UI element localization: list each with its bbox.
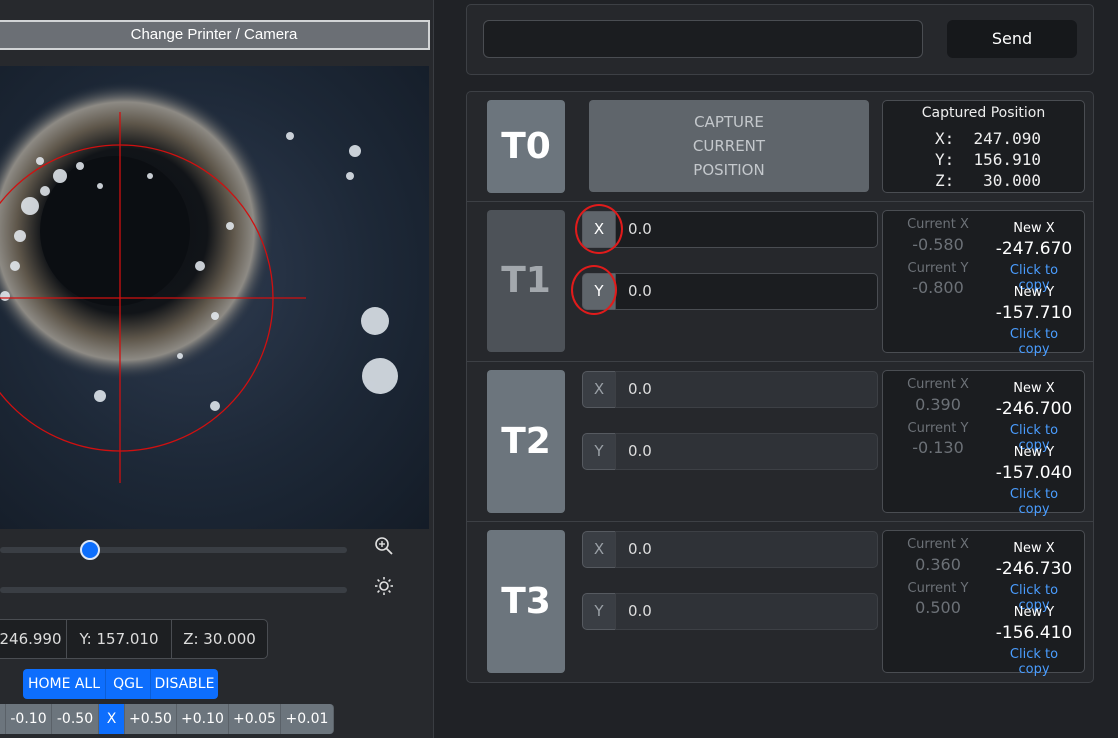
t3-current-y-value: 0.500 (915, 598, 961, 617)
t2-new-y-value: -157.040 (995, 463, 1073, 483)
t1-current-x-value: -0.580 (912, 235, 964, 254)
t1-result-box: Current X -0.580 Current Y -0.800 New X … (882, 210, 1085, 357)
captured-z-label: Z: (935, 171, 955, 190)
t2-y-button[interactable]: Y (582, 433, 616, 470)
jog-plus-0-01-button[interactable]: +0.01 (281, 704, 334, 734)
captured-y: Y: 156.910 (883, 150, 1084, 169)
zoom-in-icon (374, 536, 394, 556)
row-divider (467, 521, 1093, 522)
t3-result-box: Current X 0.360 Current Y 0.500 New X -2… (882, 530, 1085, 677)
annotation-circle (575, 204, 623, 254)
t1-x-offset-input[interactable]: 0.0 (615, 211, 878, 248)
qgl-button[interactable]: QGL (105, 669, 150, 699)
captured-z-value: 30.000 (983, 171, 1041, 190)
tool-badge-t0: T0 (487, 100, 565, 193)
sun-icon (374, 576, 394, 596)
change-printer-camera-button[interactable]: Change Printer / Camera (0, 20, 430, 50)
t2-result-box: Current X 0.390 Current Y -0.130 New X -… (882, 370, 1085, 517)
tool-badge-t3: T3 (487, 530, 565, 673)
capture-label-line: CAPTURE (694, 113, 764, 131)
jog-plus-0-50-button[interactable]: +0.50 (125, 704, 177, 734)
t2-y-offset-input[interactable]: 0.0 (615, 433, 878, 470)
capture-current-position-button[interactable]: CAPTURE CURRENT POSITION (589, 100, 869, 192)
captured-position-title: Captured Position (921, 105, 1046, 121)
t3-x-offset-input[interactable]: 0.0 (615, 531, 878, 568)
tool-badge-t2: T2 (487, 370, 565, 513)
row-divider (467, 361, 1093, 362)
t3-y-offset-input[interactable]: 0.0 (615, 593, 878, 630)
t3-y-button[interactable]: Y (582, 593, 616, 630)
t3-new-x-label: New X (1013, 541, 1055, 556)
captured-z: Z: 30.000 (883, 171, 1084, 190)
t2-current-y-value: -0.130 (912, 438, 964, 457)
t2-current-x-label: Current X (907, 377, 969, 392)
t1-current-y-value: -0.800 (912, 278, 964, 297)
captured-x: X: 247.090 (883, 129, 1084, 148)
t1-y-offset-input[interactable]: 0.0 (615, 273, 878, 310)
t2-new-x-value: -246.700 (995, 399, 1073, 419)
camera-feed (0, 66, 429, 529)
home-all-button[interactable]: HOME ALL (23, 669, 105, 699)
t2-current-x-value: 0.390 (915, 395, 961, 414)
t2-new-x-label: New X (1013, 381, 1055, 396)
t2-new-y-label: New Y (1013, 445, 1055, 460)
jog-axis-x-button[interactable]: X (99, 704, 125, 734)
row-divider (467, 201, 1093, 202)
t2-copy-y-link[interactable]: Click to copy (993, 487, 1075, 517)
t1-new-x-value: -247.670 (995, 239, 1073, 259)
t1-current-x-label: Current X (907, 217, 969, 232)
t3-new-x-value: -246.730 (995, 559, 1073, 579)
position-x-readout: 246.990 (0, 619, 67, 659)
position-z-readout: Z: 30.000 (171, 619, 268, 659)
t3-current-x-value: 0.360 (915, 555, 961, 574)
t3-new-y-label: New Y (1013, 605, 1055, 620)
disable-button[interactable]: DISABLE (150, 669, 218, 699)
t2-x-button[interactable]: X (582, 371, 616, 408)
t1-current-y-label: Current Y (907, 261, 969, 276)
t3-current-x-label: Current X (907, 537, 969, 552)
brightness-slider-track[interactable] (0, 587, 347, 593)
captured-y-value: 156.910 (973, 150, 1041, 169)
jog-plus-0-10-button[interactable]: +0.10 (177, 704, 229, 734)
t1-new-y-value: -157.710 (995, 303, 1073, 323)
captured-x-label: X: (935, 129, 955, 148)
t1-new-y-label: New Y (1013, 285, 1055, 300)
tool-badge-t1: T1 (487, 210, 565, 352)
send-button[interactable]: Send (947, 20, 1077, 58)
t1-copy-y-link[interactable]: Click to copy (993, 327, 1075, 357)
captured-position-box: Captured Position X: 247.090 Y: 156.910 … (882, 100, 1085, 193)
jog-minus-0-50-button[interactable]: -0.50 (52, 704, 99, 734)
jog-minus-0-10-button[interactable]: -0.10 (6, 704, 52, 734)
jog-plus-0-05-button[interactable]: +0.05 (229, 704, 281, 734)
t1-new-x-label: New X (1013, 221, 1055, 236)
t2-x-offset-input[interactable]: 0.0 (615, 371, 878, 408)
t3-copy-y-link[interactable]: Click to copy (993, 647, 1075, 677)
camera-image (0, 81, 398, 483)
t3-current-y-label: Current Y (907, 581, 969, 596)
captured-y-label: Y: (935, 150, 955, 169)
zoom-slider-track[interactable] (0, 547, 347, 553)
t3-new-y-value: -156.410 (995, 623, 1073, 643)
capture-label-line: CURRENT (692, 137, 766, 155)
position-y-readout: Y: 157.010 (66, 619, 172, 659)
t3-x-button[interactable]: X (582, 531, 616, 568)
t2-current-y-label: Current Y (907, 421, 969, 436)
gcode-command-input[interactable] (483, 20, 923, 58)
capture-label-line: POSITION (693, 161, 765, 179)
captured-x-value: 247.090 (973, 129, 1041, 148)
annotation-circle (571, 265, 617, 315)
